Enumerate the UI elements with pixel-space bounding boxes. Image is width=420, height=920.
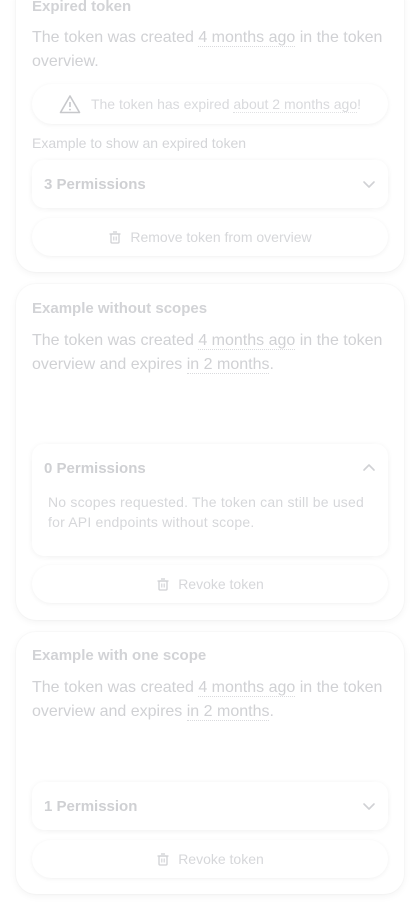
created-relative-time: 4 months ago: [198, 332, 296, 350]
token-description: The token was created 4 months ago in th…: [32, 332, 383, 374]
revoke-token-button[interactable]: Revoke token: [32, 565, 388, 603]
revoke-token-label: Revoke token: [178, 576, 264, 592]
expires-relative-time: in 2 months: [186, 703, 270, 721]
trash-icon: [156, 577, 170, 591]
created-relative-time: 4 months ago: [198, 29, 296, 47]
chevron-up-icon: [362, 461, 376, 475]
expires-relative-time: in 2 months: [186, 356, 270, 374]
permissions-header[interactable]: 0 Permissions: [32, 444, 388, 492]
permissions-count: 1 Permission: [44, 797, 138, 815]
example-hint: Example to show an expired token: [32, 135, 247, 151]
chevron-down-icon: [362, 799, 376, 813]
permissions-accordion[interactable]: 3 Permissions: [32, 160, 388, 208]
chevron-down-icon: [362, 177, 376, 191]
token-examples-page: Expired token The token was created 4 mo…: [0, 0, 420, 920]
remove-token-label: Remove token from overview: [130, 229, 312, 245]
trash-icon: [156, 852, 170, 866]
revoke-token-button[interactable]: Revoke token: [32, 840, 388, 878]
permissions-count: 3 Permissions: [44, 175, 146, 193]
card-title: Expired token: [32, 0, 132, 15]
permissions-header[interactable]: 1 Permission: [32, 782, 388, 830]
permissions-header[interactable]: 3 Permissions: [32, 160, 388, 208]
one-scope-token-card: Example with one scope The token was cre…: [16, 632, 404, 894]
token-description: The token was created 4 months ago in th…: [32, 29, 383, 70]
permissions-empty-message: No scopes requested. The token can still…: [48, 494, 364, 530]
card-title: Example without scopes: [32, 300, 208, 317]
permissions-count: 0 Permissions: [44, 459, 146, 477]
created-relative-time: 4 months ago: [198, 679, 296, 697]
expired-relative-time: about 2 months ago: [233, 96, 358, 113]
expired-token-card: Expired token The token was created 4 mo…: [16, 0, 404, 272]
permissions-accordion[interactable]: 1 Permission: [32, 782, 388, 830]
card-title: Example with one scope: [32, 647, 207, 664]
alert-text: The token has expired about 2 months ago…: [90, 96, 362, 113]
remove-token-button[interactable]: Remove token from overview: [32, 218, 388, 256]
expired-alert: The token has expired about 2 months ago…: [32, 84, 388, 124]
trash-icon: [108, 230, 122, 244]
token-description: The token was created 4 months ago in th…: [32, 679, 383, 721]
permissions-accordion[interactable]: 0 Permissions No scopes requested. The t…: [32, 444, 388, 556]
no-scope-token-card: Example without scopes The token was cre…: [16, 284, 404, 620]
revoke-token-label: Revoke token: [178, 851, 264, 867]
warning-triangle-icon: [59, 94, 81, 114]
